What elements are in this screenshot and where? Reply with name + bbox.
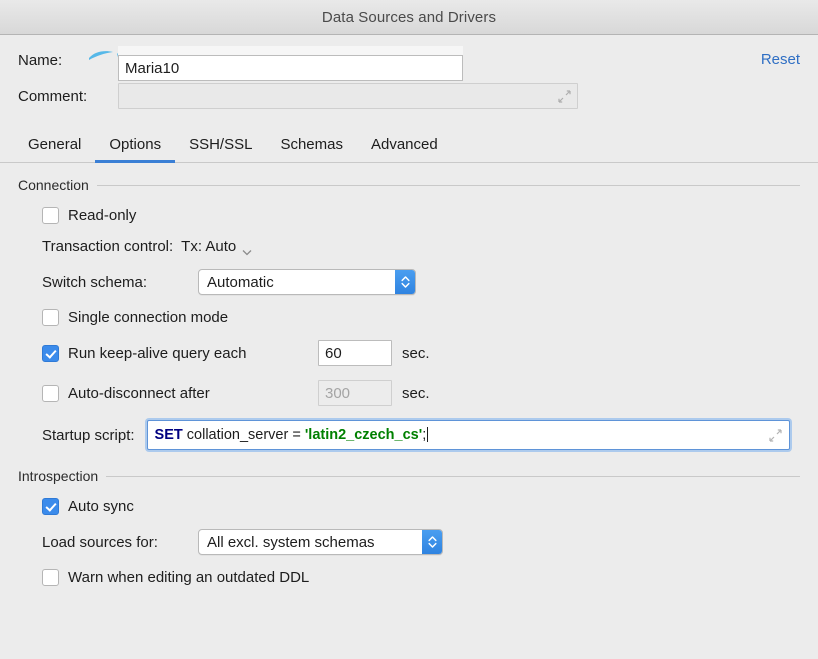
load-sources-row: Load sources for: All excl. system schem… [18, 529, 800, 555]
sql-expression: collation_server = [182, 427, 305, 443]
keep-alive-checkbox[interactable] [42, 344, 59, 362]
load-sources-value: All excl. system schemas [207, 533, 375, 551]
comment-label: Comment: [18, 87, 88, 105]
comment-field-row: Comment: [18, 83, 800, 109]
single-connection-mode-row: Single connection mode [18, 309, 800, 326]
auto-disconnect-checkbox[interactable] [42, 384, 59, 402]
window-titlebar: Data Sources and Drivers [0, 0, 818, 35]
startup-script-label: Startup script: [42, 426, 135, 444]
comment-input[interactable] [118, 83, 578, 109]
startup-script-input[interactable]: SET collation_server = 'latin2_czech_cs'… [146, 420, 790, 450]
auto-sync-label: Auto sync [68, 498, 134, 515]
options-panel: Connection Read-only Transaction control… [0, 163, 818, 586]
name-label: Name: [18, 51, 63, 69]
window-title: Data Sources and Drivers [321, 8, 497, 26]
tab-options[interactable]: Options [95, 130, 175, 163]
read-only-label: Read-only [68, 207, 137, 224]
keep-alive-label: Run keep-alive query each [68, 344, 247, 362]
name-input-overlay-value: Maria10 [125, 59, 180, 77]
read-only-row: Read-only [18, 207, 800, 224]
startup-script-row: Startup script: SET collation_server = '… [18, 420, 800, 450]
tab-general[interactable]: General [14, 130, 95, 162]
section-divider [96, 184, 800, 186]
introspection-section-title: Introspection [18, 468, 99, 484]
warn-outdated-ddl-row: Warn when editing an outdated DDL [18, 569, 800, 586]
auto-sync-checkbox[interactable] [42, 498, 59, 515]
transaction-control-dropdown[interactable]: Tx: Auto [181, 238, 252, 256]
single-connection-mode-checkbox[interactable] [42, 309, 59, 326]
warn-outdated-ddl-label: Warn when editing an outdated DDL [68, 569, 310, 586]
transaction-control-label: Transaction control: [42, 238, 174, 255]
auto-disconnect-row: Auto-disconnect after 300 sec. [18, 380, 800, 406]
auto-disconnect-input: 300 [318, 380, 392, 406]
switch-schema-label: Switch schema: [42, 273, 148, 291]
expand-icon[interactable] [769, 428, 782, 442]
text-caret [427, 427, 429, 442]
connection-section-header: Connection [18, 177, 800, 193]
switch-schema-row: Switch schema: Automatic [18, 269, 800, 295]
transaction-control-row: Transaction control: Tx: Auto [18, 238, 800, 256]
stepper-chevrons-icon[interactable] [422, 530, 442, 554]
tab-advanced[interactable]: Advanced [357, 130, 452, 162]
keep-alive-value: 60 [325, 344, 342, 362]
load-sources-label: Load sources for: [42, 533, 158, 551]
tab-bar: General Options SSH/SSL Schemas Advanced [0, 123, 818, 163]
tab-ssh-ssl[interactable]: SSH/SSL [175, 130, 266, 162]
read-only-checkbox[interactable] [42, 207, 59, 224]
load-sources-select[interactable]: All excl. system schemas [198, 529, 443, 555]
auto-disconnect-unit: sec. [402, 384, 430, 402]
transaction-control-value: Tx: Auto [181, 238, 237, 255]
reset-button[interactable]: Reset [761, 47, 800, 73]
expand-icon[interactable] [558, 89, 571, 103]
warn-outdated-ddl-checkbox[interactable] [42, 569, 59, 586]
startup-script-text: SET collation_server = 'latin2_czech_cs'… [155, 427, 769, 443]
keep-alive-input[interactable]: 60 [318, 340, 392, 366]
auto-disconnect-label: Auto-disconnect after [68, 384, 210, 402]
sql-keyword: SET [154, 427, 183, 443]
auto-disconnect-value: 300 [325, 384, 351, 402]
keep-alive-row: Run keep-alive query each 60 sec. [18, 340, 800, 366]
introspection-section-header: Introspection [18, 468, 800, 484]
stepper-chevrons-icon[interactable] [395, 270, 415, 294]
sql-terminator: ; [422, 427, 427, 443]
chevron-down-icon [242, 243, 252, 256]
single-connection-mode-label: Single connection mode [68, 309, 229, 326]
tab-schemas[interactable]: Schemas [266, 130, 357, 162]
switch-schema-select[interactable]: Automatic [198, 269, 416, 295]
switch-schema-value: Automatic [207, 273, 274, 291]
keep-alive-unit: sec. [402, 344, 430, 362]
auto-sync-row: Auto sync [18, 498, 800, 515]
connection-section-title: Connection [18, 177, 89, 193]
name-input-overlay[interactable]: Maria10 [118, 55, 463, 81]
section-divider [106, 475, 800, 477]
sql-string-literal: 'latin2_czech_cs' [304, 427, 423, 443]
